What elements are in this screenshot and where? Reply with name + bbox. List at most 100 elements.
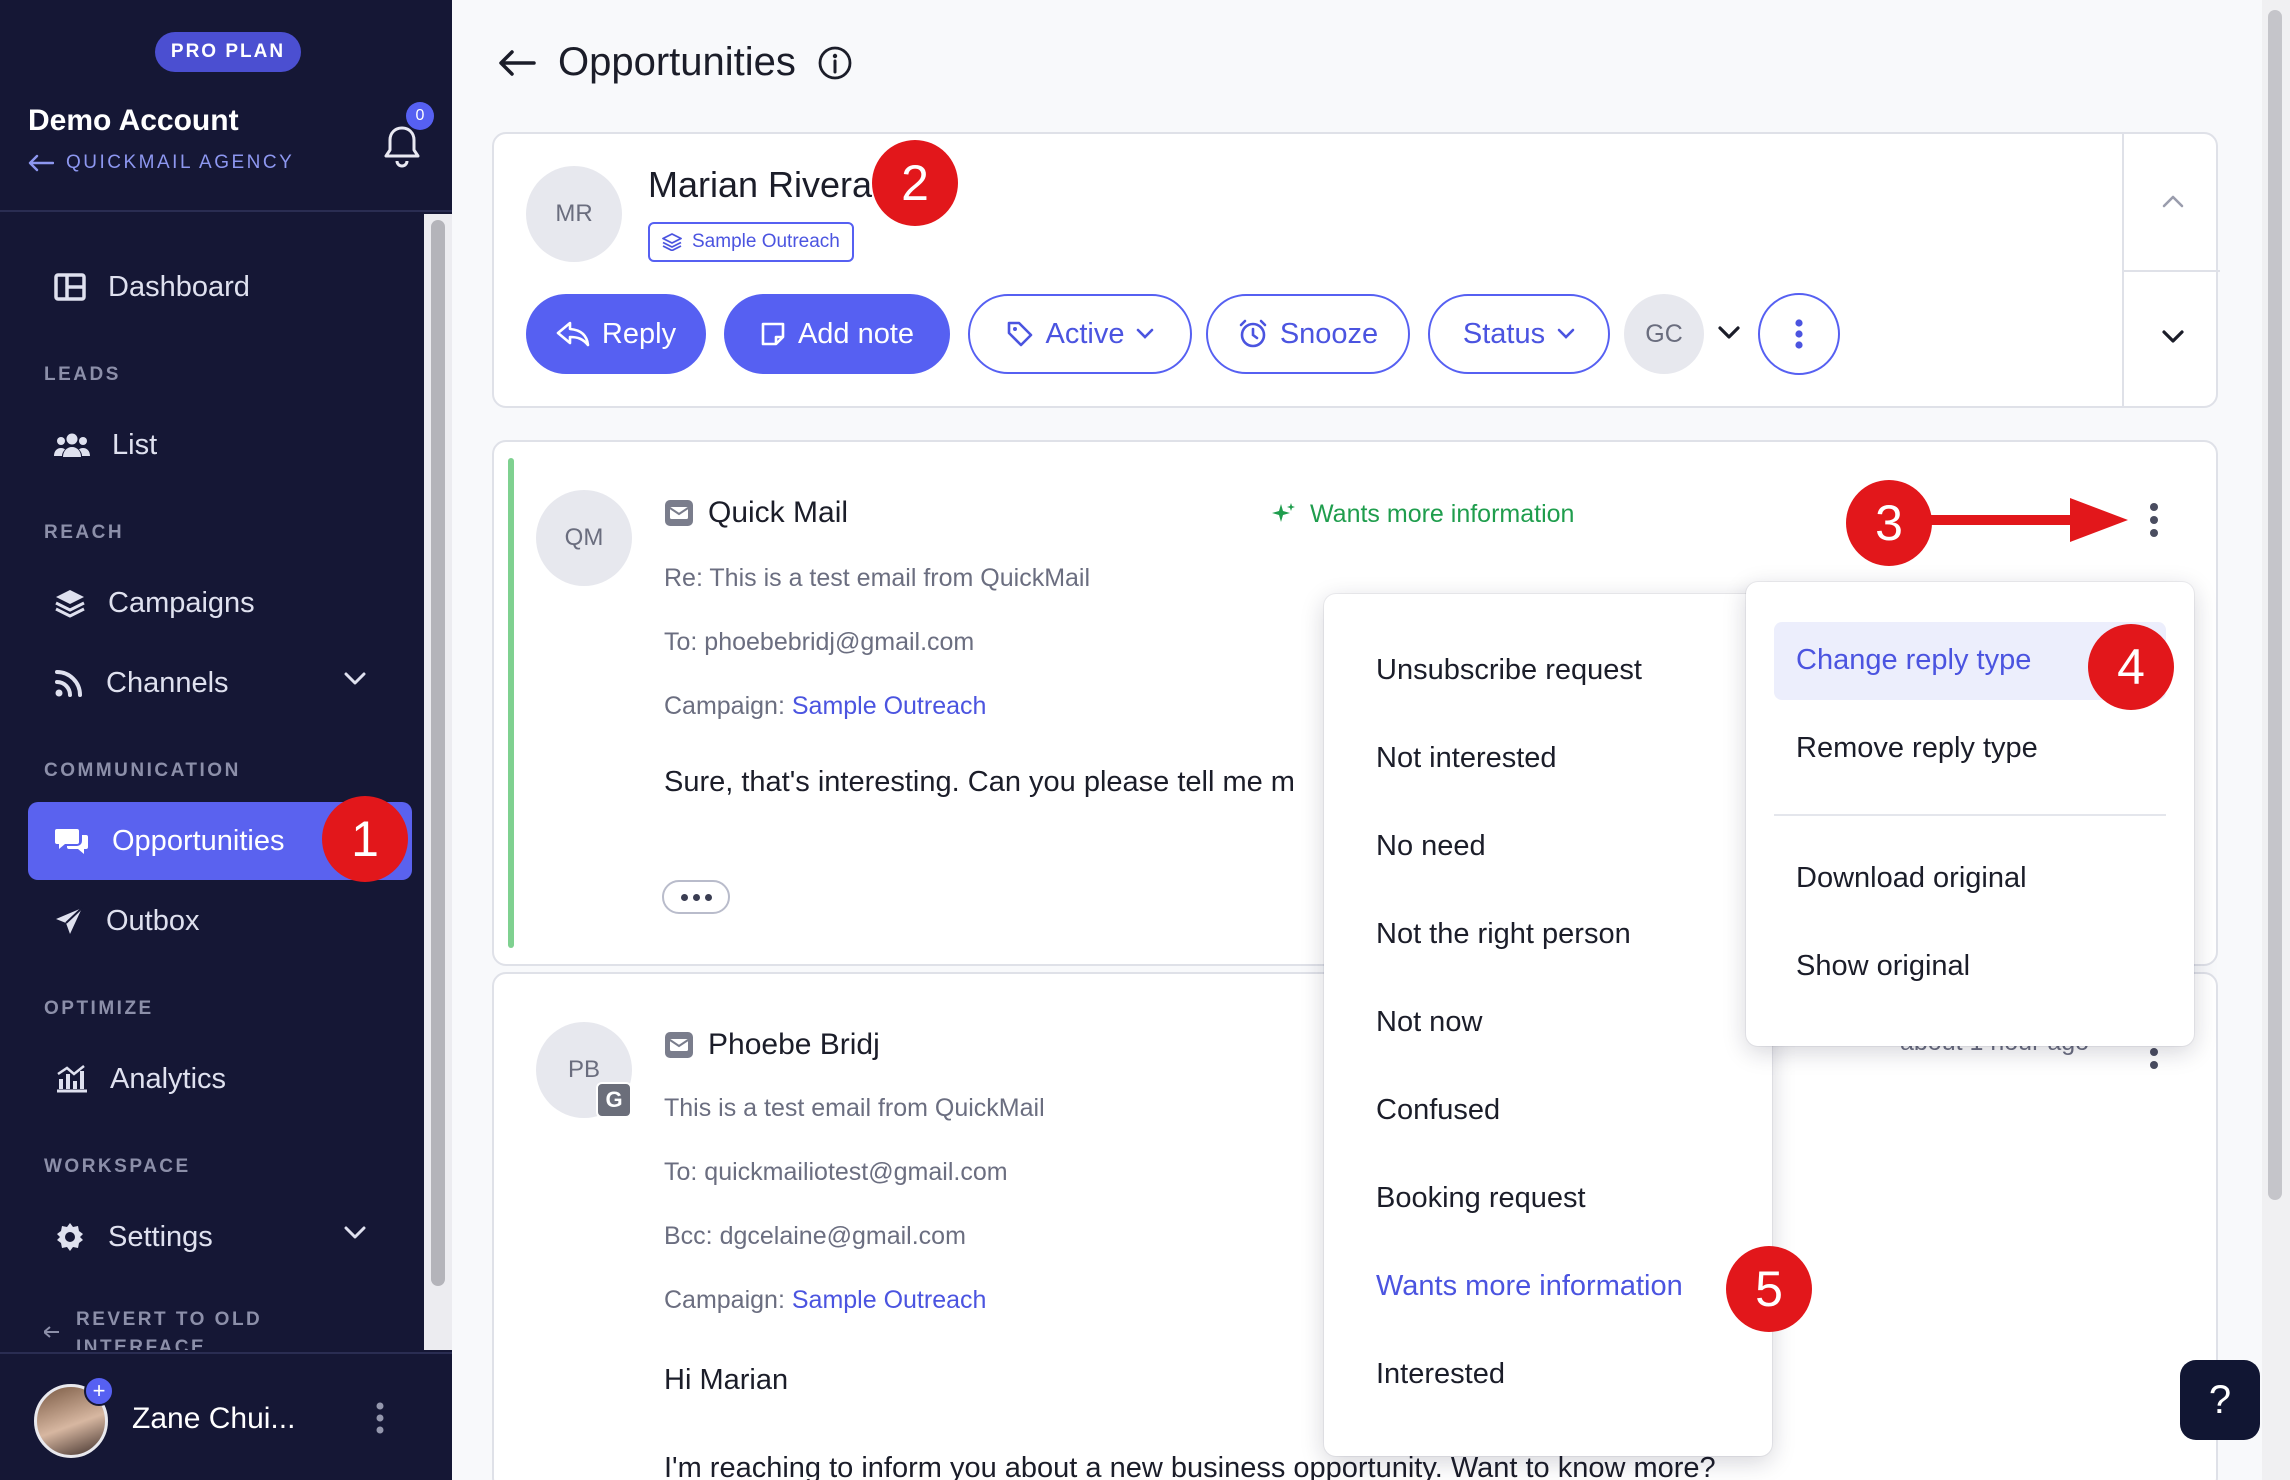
campaign-tag[interactable]: Sample Outreach — [648, 222, 854, 262]
menu-item-interested[interactable]: Interested — [1376, 1358, 1505, 1391]
email-subject: Re: This is a test email from QuickMail — [664, 564, 1091, 592]
sidebar-header: PRO PLAN Demo Account QUICKMAIL AGENCY 0 — [0, 0, 452, 212]
callout-2: 2 — [872, 140, 958, 226]
gmail-provider-badge: G — [596, 1082, 632, 1118]
sidebar-item-outbox[interactable]: Outbox — [28, 882, 412, 960]
sidebar-item-settings[interactable]: Settings — [28, 1198, 412, 1276]
campaign-link[interactable]: Sample Outreach — [792, 1286, 987, 1314]
arrow-left-icon — [44, 1320, 60, 1348]
menu-item-not-interested[interactable]: Not interested — [1376, 742, 1557, 775]
main-scrollbar-thumb[interactable] — [2268, 10, 2282, 1200]
add-note-button-label: Add note — [797, 317, 915, 350]
section-optimize: OPTIMIZE — [44, 998, 154, 1019]
account-name[interactable]: Demo Account — [28, 104, 239, 138]
sidebar-item-campaigns[interactable]: Campaigns — [28, 564, 412, 642]
sender-name: Phoebe Bridj — [664, 1028, 880, 1062]
sidebar: PRO PLAN Demo Account QUICKMAIL AGENCY 0… — [0, 0, 452, 1480]
kebab-menu-icon[interactable] — [372, 1400, 388, 1436]
menu-item-show-original[interactable]: Show original — [1796, 950, 1970, 983]
message-kebab-icon[interactable] — [2148, 500, 2160, 540]
menu-item-download-original[interactable]: Download original — [1796, 862, 2027, 895]
assignee-avatar[interactable]: GC — [1624, 294, 1704, 374]
sidebar-item-dashboard[interactable]: Dashboard — [28, 248, 412, 326]
back-arrow-icon[interactable] — [498, 49, 536, 77]
chevron-down-icon — [344, 1226, 366, 1239]
bell-icon[interactable] — [382, 124, 422, 170]
assignee-chevron-icon[interactable] — [1718, 326, 1740, 340]
agency-link[interactable]: QUICKMAIL AGENCY — [28, 152, 294, 174]
status-dropdown[interactable]: Status — [1428, 294, 1610, 374]
callout-5: 5 — [1726, 1246, 1812, 1332]
email-body: Sure, that's interesting. Can you please… — [664, 766, 1295, 798]
section-workspace: WORKSPACE — [44, 1156, 191, 1177]
user-name[interactable]: Zane Chui... — [132, 1402, 295, 1436]
arrow-left-icon — [28, 154, 54, 172]
selected-indicator — [508, 458, 514, 948]
menu-item-unsubscribe-request[interactable]: Unsubscribe request — [1376, 654, 1642, 687]
agency-name: QUICKMAIL AGENCY — [66, 152, 295, 173]
sparkle-icon — [1272, 502, 1295, 522]
active-dropdown-label: Active — [1045, 317, 1125, 350]
sidebar-item-label: Opportunities — [112, 824, 285, 857]
email-to: To: quickmailiotest@gmail.com — [664, 1158, 1008, 1186]
sidebar-item-label: Channels — [106, 666, 229, 699]
plan-badge: PRO PLAN — [155, 32, 301, 72]
chevron-down-icon — [1137, 328, 1154, 339]
callout-4: 4 — [2088, 624, 2174, 710]
alarm-clock-icon — [1239, 319, 1267, 348]
chevron-up-icon[interactable] — [2162, 194, 2184, 208]
chevron-down-icon[interactable] — [2162, 330, 2184, 344]
reply-button[interactable]: Reply — [526, 294, 706, 374]
rss-icon — [55, 670, 82, 697]
revert-link[interactable]: REVERT TO OLD INTERFACE — [44, 1306, 364, 1350]
dashboard-icon — [54, 273, 86, 301]
callout-3: 3 — [1846, 480, 1932, 566]
note-icon — [761, 322, 785, 346]
menu-item-no-need[interactable]: No need — [1376, 830, 1486, 863]
email-campaign: Campaign: Sample Outreach — [664, 692, 986, 721]
menu-item-remove-reply-type[interactable]: Remove reply type — [1796, 732, 2038, 765]
menu-item-not-the-right-person[interactable]: Not the right person — [1376, 918, 1631, 951]
add-note-button[interactable]: Add note — [724, 294, 950, 374]
menu-divider — [1774, 814, 2166, 816]
sidebar-item-label: Settings — [108, 1220, 213, 1253]
sender-label: Phoebe Bridj — [708, 1028, 880, 1061]
email-bcc: Bcc: dgcelaine@gmail.com — [664, 1222, 966, 1250]
menu-item-not-now[interactable]: Not now — [1376, 1006, 1482, 1039]
active-dropdown[interactable]: Active — [968, 294, 1192, 374]
callout-1: 1 — [322, 796, 408, 882]
notification-count: 0 — [406, 102, 434, 130]
menu-item-booking-request[interactable]: Booking request — [1376, 1182, 1586, 1215]
chat-icon — [55, 829, 88, 854]
section-communication: COMMUNICATION — [44, 760, 241, 781]
kebab-menu-icon — [1795, 319, 1803, 349]
menu-item-wants-more-information[interactable]: Wants more information — [1376, 1270, 1683, 1303]
sidebar-item-label: Dashboard — [108, 270, 250, 303]
sidebar-scrollbar-thumb[interactable] — [431, 220, 445, 1286]
divider — [2124, 270, 2220, 272]
reply-type-label: Wants more information — [1310, 500, 1575, 528]
sidebar-item-analytics[interactable]: Analytics — [28, 1040, 412, 1118]
users-icon — [54, 433, 90, 457]
paper-plane-icon — [56, 907, 83, 934]
menu-item-confused[interactable]: Confused — [1376, 1094, 1500, 1127]
sidebar-item-label: List — [112, 428, 158, 461]
gear-icon — [57, 1223, 83, 1251]
section-reach: REACH — [44, 522, 125, 543]
menu-item-change-reply-type[interactable]: Change reply type — [1796, 644, 2031, 677]
info-icon[interactable] — [818, 46, 852, 80]
status-dropdown-label: Status — [1462, 317, 1546, 350]
sidebar-item-list[interactable]: List — [28, 406, 412, 484]
more-actions-button[interactable] — [1758, 293, 1840, 375]
snooze-button[interactable]: Snooze — [1206, 294, 1410, 374]
page-header: Opportunities — [498, 40, 852, 85]
email-campaign: Campaign: Sample Outreach — [664, 1286, 986, 1315]
campaign-link[interactable]: Sample Outreach — [792, 692, 987, 720]
help-button[interactable]: ? — [2180, 1360, 2260, 1440]
sidebar-item-channels[interactable]: Channels — [28, 644, 412, 722]
expand-thread-button[interactable] — [662, 880, 730, 914]
add-account-icon[interactable]: + — [84, 1376, 114, 1406]
email-greeting: Hi Marian — [664, 1364, 789, 1396]
chevron-down-icon — [344, 672, 366, 685]
campaign-prefix: Campaign: — [664, 692, 792, 720]
